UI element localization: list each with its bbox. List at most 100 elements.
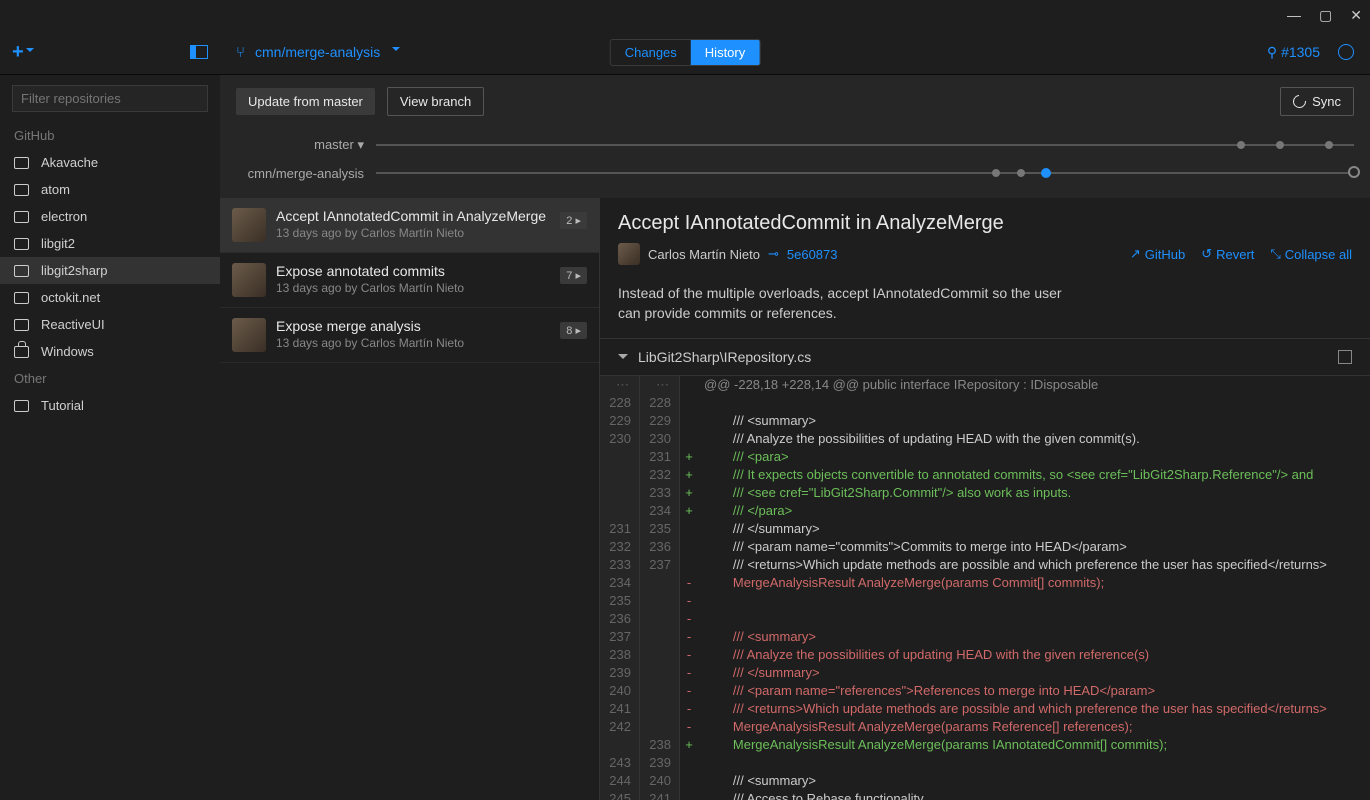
sync-button[interactable]: Sync (1280, 87, 1354, 116)
sidebar-repo[interactable]: Windows (0, 338, 220, 365)
repo-icon (14, 211, 29, 223)
commit-row-title: Expose merge analysis (276, 318, 550, 334)
repo-name: electron (41, 209, 87, 224)
content: Update from master View branch Sync mast… (220, 75, 1370, 800)
window-controls: — ▢ ✕ (0, 0, 1370, 30)
commit-row[interactable]: Accept IAnnotatedCommit in AnalyzeMerge 1… (220, 198, 599, 253)
diff-line: 240- /// <param name="references">Refere… (600, 682, 1370, 700)
commit-sha[interactable]: 5e60873 (787, 247, 838, 262)
minimize-button[interactable]: — (1287, 7, 1301, 23)
diff-line: 234+ /// </para> (600, 502, 1370, 520)
chevron-down-icon (618, 354, 628, 364)
repo-icon (14, 157, 29, 169)
tab-changes[interactable]: Changes (611, 40, 691, 65)
graph-line-branch[interactable] (376, 172, 1354, 174)
sidebar-repo[interactable]: ReactiveUI (0, 311, 220, 338)
diff-line: 234- MergeAnalysisResult AnalyzeMerge(pa… (600, 574, 1370, 592)
repo-icon (14, 184, 29, 196)
diff-line: 236- (600, 610, 1370, 628)
graph-branch-label: cmn/merge-analysis (236, 166, 376, 181)
file-count-badge: 7 ▸ (560, 267, 587, 284)
avatar (232, 208, 266, 242)
commit-row-meta: 13 days ago by Carlos Martín Nieto (276, 226, 550, 240)
sidebar: GitHub Akavache atom electron libgit2 libgit2… (0, 75, 220, 800)
avatar (232, 263, 266, 297)
diff-line: 235- (600, 592, 1370, 610)
diff-line: 231235 /// </summary> (600, 520, 1370, 538)
diff-line: 244240 /// <summary> (600, 772, 1370, 790)
commit-row-meta: 13 days ago by Carlos Martín Nieto (276, 281, 550, 295)
revert-button[interactable]: ↺ Revert (1201, 246, 1254, 262)
view-tabs: Changes History (610, 39, 761, 66)
commit-row-meta: 13 days ago by Carlos Martín Nieto (276, 336, 550, 350)
diff-line: 230230 /// Analyze the possibilities of … (600, 430, 1370, 448)
group-label: GitHub (0, 122, 220, 149)
diff-line: 233237 /// <returns>Which update methods… (600, 556, 1370, 574)
file-count-badge: 2 ▸ (560, 212, 587, 229)
repo-name: libgit2 (41, 236, 75, 251)
commit-detail: Accept IAnnotatedCommit in AnalyzeMerge … (600, 198, 1370, 800)
open-github-link[interactable]: ↗ GitHub (1130, 246, 1185, 262)
sidebar-toggle-icon[interactable] (190, 45, 208, 59)
file-header[interactable]: LibGit2Sharp\IRepository.cs (600, 338, 1370, 376)
lock-icon (14, 346, 29, 358)
sidebar-repo[interactable]: electron (0, 203, 220, 230)
repo-name: Windows (41, 344, 94, 359)
author-name: Carlos Martín Nieto (648, 247, 760, 262)
collapse-all-button[interactable]: ⤡ Collapse all (1270, 246, 1352, 262)
gear-icon[interactable] (1338, 44, 1354, 60)
repo-name: Akavache (41, 155, 98, 170)
commit-row[interactable]: Expose annotated commits13 days ago by C… (220, 253, 599, 308)
branch-selector[interactable]: ⑂ cmn/merge-analysis (220, 44, 400, 61)
repo-icon (14, 238, 29, 250)
diff-line: 238- /// Analyze the possibilities of up… (600, 646, 1370, 664)
diff-view: ⋯⋯@@ -228,18 +228,14 @@ public interface… (600, 376, 1370, 800)
view-branch-button[interactable]: View branch (387, 87, 484, 116)
sidebar-repo[interactable]: libgit2sharp (0, 257, 220, 284)
graph-master-label[interactable]: master ▾ (236, 137, 376, 153)
diff-line: 245241 /// Access to Rebase functionalit… (600, 790, 1370, 800)
repo-name: atom (41, 182, 70, 197)
avatar (618, 243, 640, 265)
repo-name: Tutorial (41, 398, 84, 413)
repo-icon (14, 265, 29, 277)
diff-line: 239- /// </summary> (600, 664, 1370, 682)
branch-icon: ⑂ (236, 44, 245, 61)
group-label: Other (0, 365, 220, 392)
add-menu-button[interactable]: + (12, 41, 34, 64)
pull-request-link[interactable]: ⚲ #1305 (1267, 44, 1320, 61)
commit-graph: master ▾ cmn/merge-analysis (220, 128, 1370, 198)
commit-row[interactable]: Expose merge analysis 13 days ago by Carl… (220, 308, 599, 363)
avatar (232, 318, 266, 352)
toolbar: Update from master View branch Sync (220, 75, 1370, 128)
graph-line-master[interactable] (376, 144, 1354, 146)
repo-icon (14, 319, 29, 331)
sidebar-repo[interactable]: octokit.net (0, 284, 220, 311)
diff-line: 228228 (600, 394, 1370, 412)
sidebar-repo[interactable]: atom (0, 176, 220, 203)
expand-icon[interactable] (1338, 350, 1352, 364)
file-count-badge: 8 ▸ (560, 322, 587, 339)
diff-line: 242- MergeAnalysisResult AnalyzeMerge(pa… (600, 718, 1370, 736)
file-path: LibGit2Sharp\IRepository.cs (638, 349, 811, 365)
chevron-down-icon (392, 47, 400, 55)
diff-line: 232+ /// It expects objects convertible … (600, 466, 1370, 484)
diff-line: 243239 (600, 754, 1370, 772)
diff-line: 229229 /// <summary> (600, 412, 1370, 430)
diff-line: 241- /// <returns>Which update methods a… (600, 700, 1370, 718)
commit-row-title: Accept IAnnotatedCommit in AnalyzeMerge (276, 208, 550, 224)
commit-title: Accept IAnnotatedCommit in AnalyzeMerge (618, 212, 1352, 235)
sidebar-repo[interactable]: libgit2 (0, 230, 220, 257)
maximize-button[interactable]: ▢ (1319, 7, 1332, 24)
repo-name: ReactiveUI (41, 317, 105, 332)
close-button[interactable]: ✕ (1350, 7, 1362, 24)
sidebar-repo[interactable]: Tutorial (0, 392, 220, 419)
repo-name: octokit.net (41, 290, 100, 305)
update-from-master-button[interactable]: Update from master (236, 88, 375, 115)
diff-line: 232236 /// <param name="commits">Commits… (600, 538, 1370, 556)
diff-line: 233+ /// <see cref="LibGit2Sharp.Commit"… (600, 484, 1370, 502)
sidebar-repo[interactable]: Akavache (0, 149, 220, 176)
tab-history[interactable]: History (691, 40, 759, 65)
sync-icon (1290, 92, 1308, 110)
filter-repos-input[interactable] (12, 85, 208, 112)
